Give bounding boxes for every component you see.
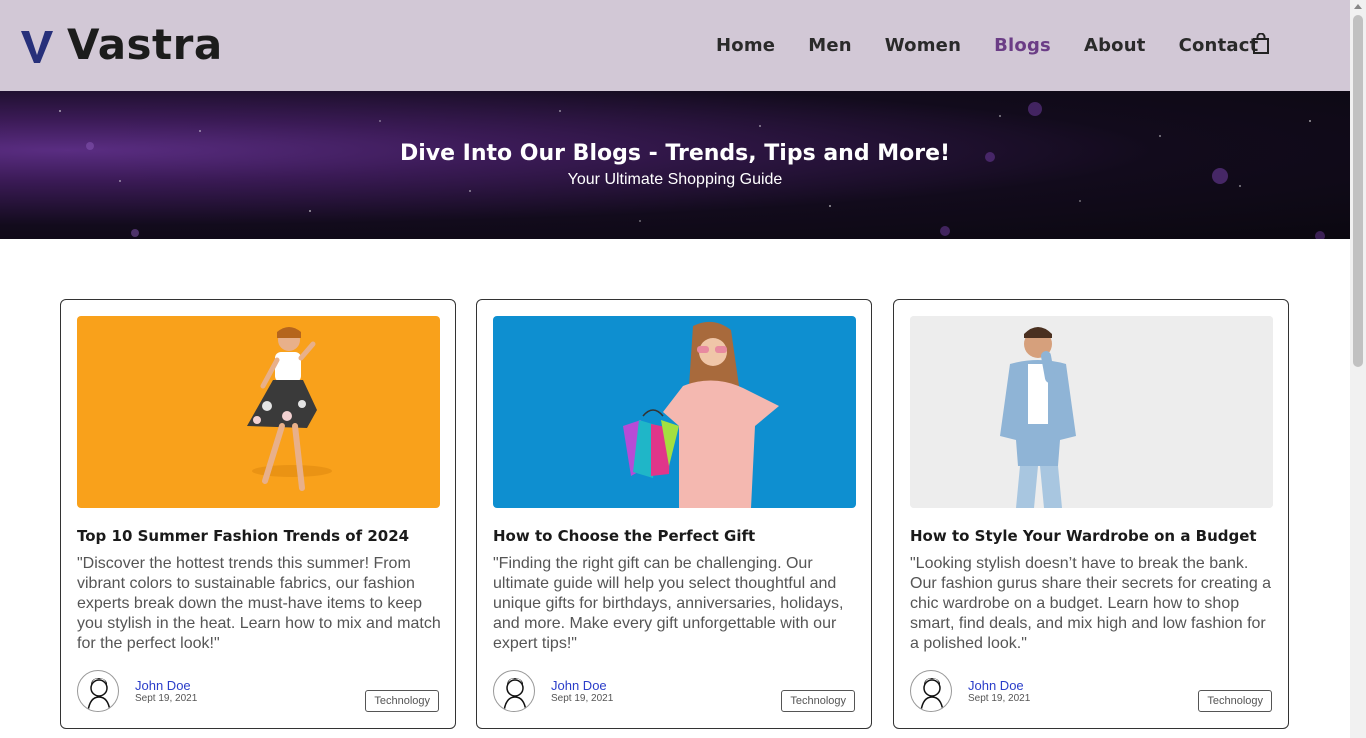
blog-card-title[interactable]: Top 10 Summer Fashion Trends of 2024 [77,527,409,545]
blog-card-title[interactable]: How to Choose the Perfect Gift [493,527,755,545]
author-avatar [77,670,119,712]
blog-card[interactable]: How to Style Your Wardrobe on a Budget "… [893,299,1289,729]
vertical-scrollbar[interactable] [1350,0,1366,738]
nav-women[interactable]: Women [885,33,961,59]
page: Vastra Home Men Women Blogs About Contac… [0,0,1366,738]
category-tag[interactable]: Technology [1198,690,1272,712]
scroll-up-arrow-icon[interactable] [1354,4,1362,9]
nav-blogs[interactable]: Blogs [994,33,1051,59]
blog-card-title[interactable]: How to Style Your Wardrobe on a Budget [910,527,1257,545]
blog-card-excerpt: "Looking stylish doesn’t have to break t… [910,555,1272,652]
woman-shopping-illustration [623,321,779,508]
main-nav: Home Men Women Blogs About Contact [716,33,1291,59]
post-date: Sept 19, 2021 [968,693,1031,704]
brand-logo[interactable]: Vastra [19,18,223,72]
blog-card[interactable]: How to Choose the Perfect Gift "Finding … [476,299,872,729]
site-header: Vastra Home Men Women Blogs About Contac… [0,0,1350,91]
woman-dancing-illustration [247,327,332,491]
category-tag[interactable]: Technology [365,690,439,712]
blog-card-excerpt: "Discover the hottest trends this summer… [77,555,441,652]
hero-banner: Dive Into Our Blogs - Trends, Tips and M… [0,91,1350,239]
blog-card[interactable]: Top 10 Summer Fashion Trends of 2024 "Di… [60,299,456,729]
nav-home[interactable]: Home [716,33,775,59]
category-tag[interactable]: Technology [781,690,855,712]
logo-v-icon [21,31,53,63]
nav-contact[interactable]: Contact [1179,33,1259,59]
avatar-illustration [920,678,944,711]
blog-card-image[interactable] [910,316,1273,508]
avatar-illustration [503,678,527,711]
author-name[interactable]: John Doe [968,678,1024,693]
blog-card-image[interactable] [493,316,856,508]
nav-men[interactable]: Men [808,33,852,59]
brand-name: Vastra [67,20,223,69]
hero-title: Dive Into Our Blogs - Trends, Tips and M… [399,141,951,166]
scrollbar-thumb[interactable] [1353,15,1363,367]
man-denim-illustration [910,316,1273,508]
author-name[interactable]: John Doe [135,678,191,693]
author-name[interactable]: John Doe [551,678,607,693]
hero-subtitle: Your Ultimate Shopping Guide [567,171,783,188]
blog-card-excerpt: "Finding the right gift can be challengi… [493,555,844,652]
shopping-bag-icon[interactable] [1252,33,1270,55]
author-avatar [910,670,952,712]
post-date: Sept 19, 2021 [551,693,614,704]
blog-card-image[interactable] [77,316,440,508]
author-avatar [493,670,535,712]
nav-about[interactable]: About [1084,33,1146,59]
post-date: Sept 19, 2021 [135,693,198,704]
avatar-illustration [87,678,111,711]
